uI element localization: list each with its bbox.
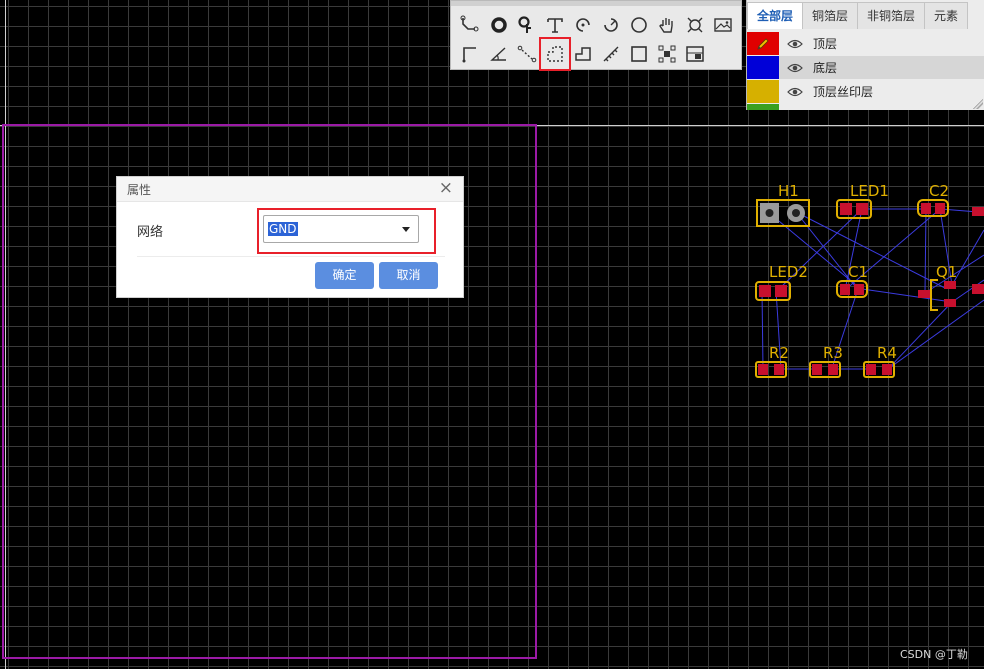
next-layer-swatch <box>747 104 779 110</box>
layer-name: 底层 <box>813 61 838 75</box>
cancel-button[interactable]: 取消 <box>379 262 438 289</box>
hand-icon[interactable] <box>654 13 680 37</box>
tab-elements[interactable]: 元素 <box>924 2 969 29</box>
arc-icon[interactable] <box>570 13 596 37</box>
dimension-icon[interactable] <box>682 13 708 37</box>
arc-center-icon[interactable] <box>598 13 624 37</box>
image-icon[interactable] <box>710 13 736 37</box>
net-select-value[interactable]: GND <box>268 222 298 236</box>
panel-resize-grip[interactable] <box>973 99 983 109</box>
solid-area-icon[interactable] <box>570 42 596 66</box>
component-c2[interactable]: C2 <box>917 182 984 217</box>
pcb-tools-toolbar <box>450 0 742 70</box>
close-icon[interactable]: × <box>439 180 453 197</box>
pencil-icon <box>757 37 769 50</box>
layer-row-bottom[interactable]: 底层 <box>747 56 984 79</box>
dotted-line-icon[interactable] <box>514 42 540 66</box>
ok-button[interactable]: 确定 <box>315 262 374 289</box>
layers-panel: 全部层 铜箔层 非铜箔层 元素 顶层 底层 顶层丝印层 <box>746 0 984 110</box>
toolbar-title-strip[interactable] <box>451 1 741 6</box>
component-q1[interactable]: Q1 <box>918 263 984 311</box>
pad-probe-icon[interactable] <box>514 13 540 37</box>
component-led1[interactable]: LED1 <box>836 182 889 219</box>
c1-label: C1 <box>848 263 868 281</box>
net-select[interactable]: GND <box>263 215 419 243</box>
r3-label: R3 <box>823 344 843 362</box>
properties-dialog: 属性 × 网络 GND 确定 取消 <box>116 176 464 298</box>
component-r3[interactable]: R3 <box>809 344 843 378</box>
tool-highlight-frame <box>539 37 571 71</box>
component-h1[interactable]: H1 <box>756 182 810 227</box>
layer-row-top[interactable]: 顶层 <box>747 32 984 55</box>
eye-icon[interactable] <box>787 86 807 98</box>
line-icon[interactable] <box>457 42 483 66</box>
watermark: CSDN @丁勒 <box>900 648 968 661</box>
layer-tabs: 全部层 铜箔层 非铜箔层 元素 <box>747 2 969 30</box>
via-icon[interactable] <box>486 13 512 37</box>
circle-icon[interactable] <box>626 13 652 37</box>
layer-row-top-silkscreen[interactable]: 顶层丝印层 <box>747 80 984 103</box>
wire-icon[interactable] <box>457 13 483 37</box>
component-c1[interactable]: C1 <box>836 263 868 298</box>
angle-icon[interactable] <box>486 42 512 66</box>
dialog-header[interactable]: 属性 × <box>117 177 463 202</box>
eye-icon[interactable] <box>787 62 807 74</box>
rectangle-icon[interactable] <box>626 42 652 66</box>
layer-color-swatch[interactable] <box>747 80 779 103</box>
tab-copper-layers[interactable]: 铜箔层 <box>802 2 859 29</box>
select-group-icon[interactable] <box>654 42 680 66</box>
text-icon[interactable] <box>542 13 568 37</box>
chevron-down-icon[interactable] <box>402 227 410 232</box>
dialog-title: 属性 <box>127 183 152 197</box>
measure-icon[interactable] <box>598 42 624 66</box>
led2-label: LED2 <box>769 263 808 281</box>
r4-label: R4 <box>877 344 897 362</box>
tab-all-layers[interactable]: 全部层 <box>747 2 804 29</box>
component-r4[interactable]: R4 <box>863 344 897 378</box>
net-field-label: 网络 <box>137 225 164 240</box>
tab-non-copper-layers[interactable]: 非铜箔层 <box>857 2 926 29</box>
led1-label: LED1 <box>850 182 889 200</box>
canvas-origin-icon[interactable] <box>682 42 708 66</box>
component-led2[interactable]: LED2 <box>755 263 808 301</box>
layer-color-swatch[interactable] <box>747 56 779 79</box>
r2-label: R2 <box>769 344 789 362</box>
layer-name: 顶层 <box>813 37 838 51</box>
layer-color-swatch[interactable] <box>747 32 779 55</box>
component-r2[interactable]: R2 <box>755 344 789 378</box>
c2-label: C2 <box>929 182 949 200</box>
h1-label: H1 <box>778 182 799 200</box>
eye-icon[interactable] <box>787 38 807 50</box>
layer-name: 顶层丝印层 <box>813 85 874 99</box>
dialog-divider <box>137 256 445 257</box>
q1-label: Q1 <box>936 263 957 281</box>
